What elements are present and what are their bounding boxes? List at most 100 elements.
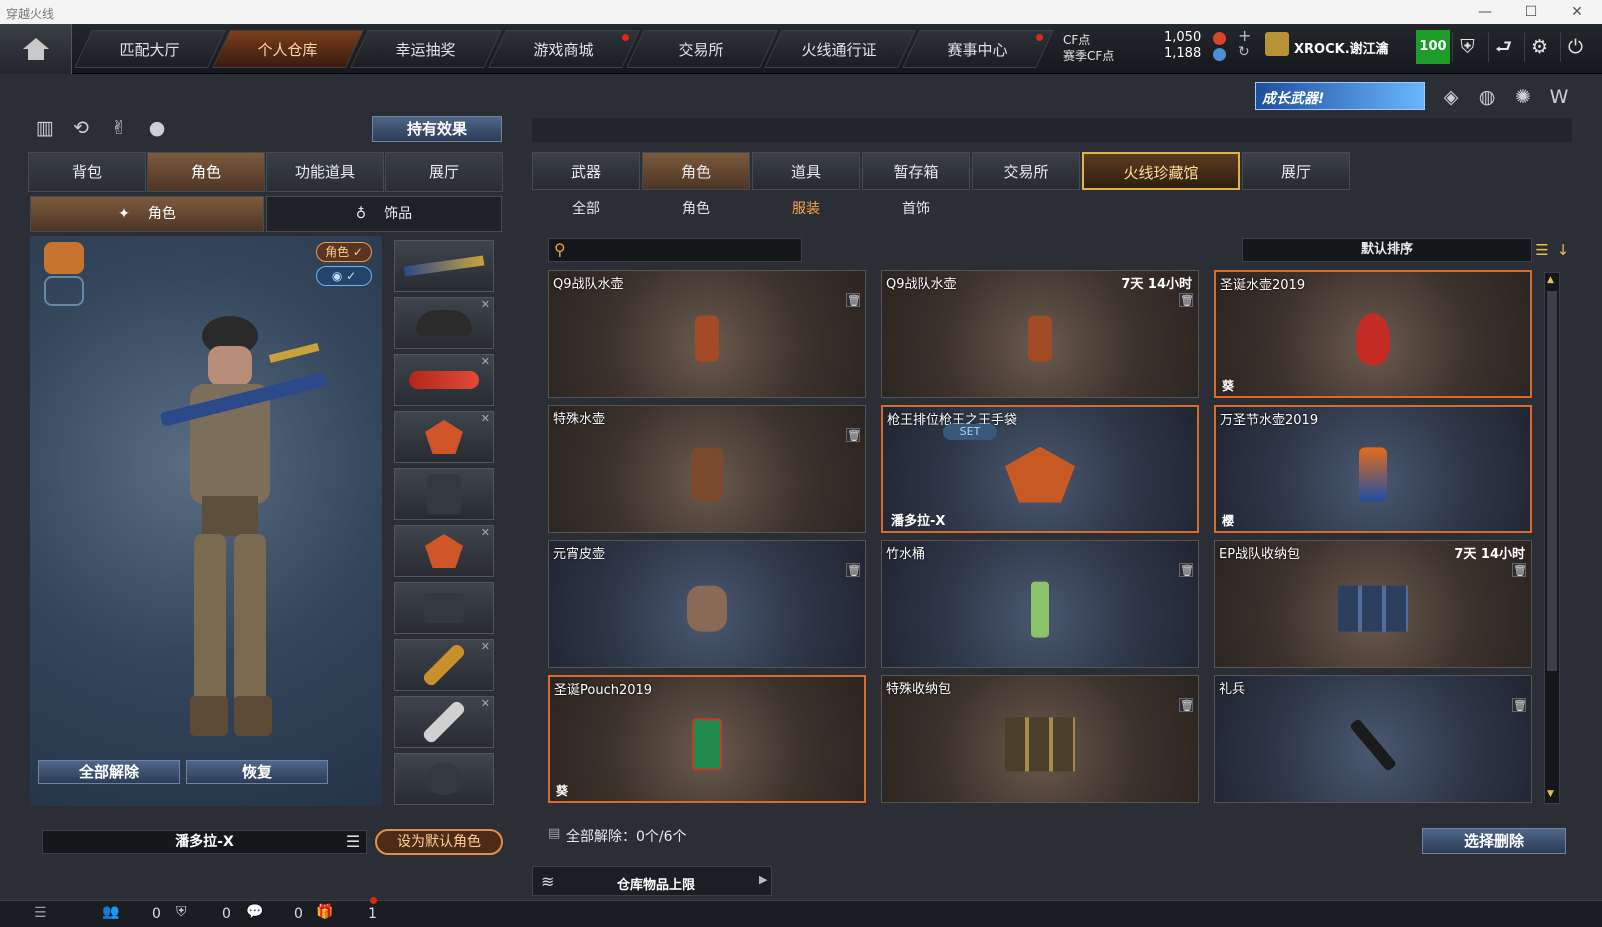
trash-icon[interactable]: 🗑: [846, 293, 861, 307]
home-button[interactable]: [0, 24, 72, 74]
return-icon[interactable]: ⮐: [1488, 32, 1518, 62]
role-toggle-badge[interactable]: 角色 ✓: [316, 242, 372, 262]
scroll-thumb[interactable]: [1547, 291, 1557, 671]
gear-icon[interactable]: ⚙: [1524, 32, 1554, 62]
close-button[interactable]: ✕: [1562, 2, 1592, 22]
remove-icon[interactable]: ✕: [481, 355, 490, 368]
filter-character[interactable]: 角色: [642, 194, 750, 224]
tab-function-items[interactable]: 功能道具: [266, 152, 384, 192]
trash-icon[interactable]: 🗑: [1179, 563, 1194, 577]
nav-personal-warehouse[interactable]: 个人仓库: [212, 30, 364, 68]
item-card[interactable]: 万圣节水壶2019 樱: [1214, 405, 1532, 533]
remove-icon[interactable]: ✕: [481, 298, 490, 311]
slot-empty-pants[interactable]: [394, 582, 494, 634]
filter-clothing[interactable]: 服装: [752, 194, 860, 224]
nav-game-mall[interactable]: 游戏商城: [488, 30, 640, 68]
rtab-weapons[interactable]: 武器: [532, 152, 640, 190]
ranking-icon[interactable]: ▥: [32, 115, 58, 141]
chat-icon[interactable]: 💬: [246, 904, 263, 920]
menu-icon[interactable]: ☰: [34, 905, 47, 921]
hold-effect-button[interactable]: 持有效果: [372, 116, 502, 142]
nav-lucky-draw[interactable]: 幸运抽奖: [350, 30, 502, 68]
item-card[interactable]: 元宵皮壶 🗑: [548, 540, 866, 668]
warehouse-limit-bar[interactable]: ≋ 仓库物品上限 ▶: [532, 866, 772, 896]
trash-icon[interactable]: 🗑: [846, 428, 861, 442]
visibility-toggle-badge[interactable]: ◉ ✓: [316, 266, 372, 286]
item-card[interactable]: 礼兵 🗑: [1214, 675, 1532, 803]
power-icon[interactable]: ⏻: [1560, 32, 1590, 62]
item-card[interactable]: 圣诞水壶2019 葵: [1214, 270, 1532, 398]
search-input[interactable]: ⚲: [548, 238, 802, 262]
maximize-button[interactable]: ☐: [1516, 2, 1546, 22]
slot-eyewear[interactable]: ✕: [394, 354, 494, 406]
star-badge-icon[interactable]: ✺: [1510, 84, 1536, 110]
scroll-up-icon[interactable]: ▲: [1547, 275, 1554, 285]
friends-icon[interactable]: 👥: [102, 904, 119, 920]
nav-exchange[interactable]: 交易所: [626, 30, 778, 68]
slot-emblem-2[interactable]: ✕: [394, 525, 494, 577]
growth-weapon-banner[interactable]: 成长武器!: [1255, 82, 1425, 110]
slot-primary-weapon[interactable]: [394, 240, 494, 292]
list-view-icon[interactable]: ☰: [1532, 240, 1552, 260]
medal-icon[interactable]: ◈: [1438, 84, 1464, 110]
slot-empty-vest[interactable]: [394, 468, 494, 520]
trash-icon[interactable]: 🗑: [1512, 563, 1527, 577]
shield-icon[interactable]: ⛨: [1452, 32, 1482, 62]
rtab-exchange[interactable]: 交易所: [972, 152, 1080, 190]
character-preview[interactable]: 角色 ✓ ◉ ✓ 全部解除 恢复: [30, 236, 382, 806]
filter-jewelry[interactable]: 首饰: [862, 194, 970, 224]
subtab-accessories[interactable]: ♁ 饰品: [266, 196, 502, 232]
subtab-character[interactable]: ✦ 角色: [30, 196, 264, 232]
sort-direction-icon[interactable]: ↓: [1554, 240, 1572, 260]
select-delete-button[interactable]: 选择删除: [1422, 828, 1566, 854]
slot-empty-grenade[interactable]: [394, 753, 494, 805]
nav-match-hall[interactable]: 匹配大厅: [74, 30, 226, 68]
rtab-collection[interactable]: 火线珍藏馆: [1082, 152, 1240, 190]
list-icon[interactable]: ☰: [342, 832, 364, 852]
globe-icon[interactable]: ◍: [1474, 84, 1500, 110]
trash-icon[interactable]: 🗑: [1179, 698, 1194, 712]
wing-icon[interactable]: W: [1546, 84, 1572, 110]
item-card[interactable]: 枪王排位枪王之王手袋 SET 潘多拉-X: [881, 405, 1199, 533]
slot-emblem[interactable]: ✕: [394, 411, 494, 463]
clan-icon[interactable]: ⛨: [176, 904, 187, 920]
remove-icon[interactable]: ✕: [481, 697, 490, 710]
item-card[interactable]: 特殊收纳包 🗑: [881, 675, 1199, 803]
trash-icon[interactable]: 🗑: [846, 563, 861, 577]
item-card[interactable]: 竹水桶 🗑: [881, 540, 1199, 668]
unequip-all-button[interactable]: 全部解除: [38, 760, 180, 784]
nav-event-center[interactable]: 赛事中心: [902, 30, 1054, 68]
add-icon[interactable]: +: [1238, 26, 1251, 45]
rtab-items[interactable]: 道具: [752, 152, 860, 190]
remove-icon[interactable]: ✕: [481, 640, 490, 653]
trash-icon[interactable]: 🗑: [1179, 293, 1194, 307]
slot-knife[interactable]: ✕: [394, 639, 494, 691]
item-card[interactable]: EP战队收纳包 7天 14小时 🗑: [1214, 540, 1532, 668]
rtab-character[interactable]: 角色: [642, 152, 750, 190]
minimize-button[interactable]: —: [1470, 2, 1500, 22]
rotate-icon[interactable]: ⟲: [68, 115, 94, 141]
tab-backpack[interactable]: 背包: [28, 152, 146, 192]
grenade-icon[interactable]: ●: [144, 115, 170, 141]
sort-dropdown[interactable]: 默认排序: [1242, 238, 1532, 262]
tab-showroom[interactable]: 展厅: [385, 152, 503, 192]
set-default-character-button[interactable]: 设为默认角色: [375, 829, 503, 855]
item-card[interactable]: 特殊水壶 🗑: [548, 405, 866, 533]
rtab-storage[interactable]: 暂存箱: [862, 152, 970, 190]
item-card[interactable]: Q9战队水壶 🗑: [548, 270, 866, 398]
nav-battle-pass[interactable]: 火线通行证: [764, 30, 916, 68]
grid-scrollbar[interactable]: ▲ ▼: [1544, 272, 1560, 804]
restore-button[interactable]: 恢复: [186, 760, 328, 784]
gift-icon[interactable]: 🎁: [316, 904, 333, 920]
item-card[interactable]: 圣诞Pouch2019 葵: [548, 675, 866, 803]
refresh-icon[interactable]: ↻: [1238, 44, 1250, 60]
tab-character[interactable]: 角色: [147, 152, 265, 192]
rtab-showroom[interactable]: 展厅: [1242, 152, 1350, 190]
trash-icon[interactable]: 🗑: [1512, 698, 1527, 712]
slot-headwear[interactable]: ✕: [394, 297, 494, 349]
scroll-down-icon[interactable]: ▼: [1547, 789, 1554, 799]
remove-icon[interactable]: ✕: [481, 412, 490, 425]
expand-arrow-icon[interactable]: ▶: [759, 873, 767, 886]
pose-icon[interactable]: ✌: [106, 115, 132, 141]
slot-melee[interactable]: ✕: [394, 696, 494, 748]
